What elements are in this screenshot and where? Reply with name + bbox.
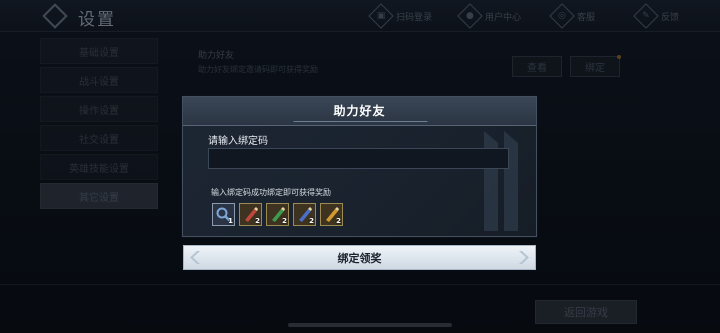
dialog-header: 助力好友 [183,97,536,126]
reward-count: 1 [228,217,233,225]
bind-and-claim-button[interactable]: 绑定领奖 [183,245,536,270]
chevron-left-icon [190,251,200,264]
bind-code-label: 请输入绑定码 [208,136,268,147]
chevron-right-icon [519,251,529,264]
reward-slot[interactable]: 2 [266,203,289,226]
decorative-stripes-icon [484,131,518,231]
bind-and-claim-label: 绑定领奖 [337,251,382,265]
reward-list: 1 2 2 2 2 [212,203,343,226]
reward-slot[interactable]: 2 [293,203,316,226]
reward-description: 输入绑定码成功绑定即可获得奖励 [211,188,331,197]
reward-count: 2 [282,217,287,225]
assist-friend-dialog: 助力好友 请输入绑定码 输入绑定码成功绑定即可获得奖励 1 2 2 2 2 [182,96,537,237]
reward-slot[interactable]: 1 [212,203,235,226]
dialog-title: 助力好友 [333,104,386,118]
settings-screen: 设置 ▣ 扫码登录 ● 用户中心 ◎ 客服 ✎ 反馈 基础设置 战斗设置 操作设… [0,0,720,333]
reward-count: 2 [255,217,260,225]
reward-slot[interactable]: 2 [239,203,262,226]
bind-code-input[interactable] [208,148,509,169]
reward-slot[interactable]: 2 [320,203,343,226]
reward-count: 2 [309,217,314,225]
reward-count: 2 [336,217,341,225]
